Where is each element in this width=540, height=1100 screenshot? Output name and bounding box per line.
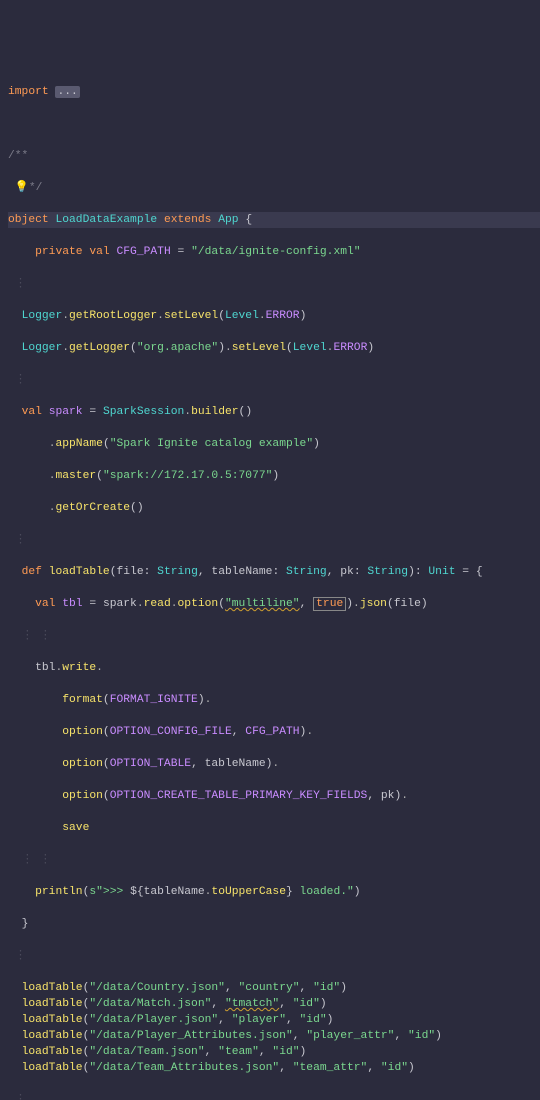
code-line: Logger.getRootLogger.setLevel(Level.ERRO… <box>8 308 540 324</box>
doc-comment-open: /** <box>8 148 540 164</box>
code-line: option(OPTION_CREATE_TABLE_PRIMARY_KEY_F… <box>8 788 540 804</box>
code-line: option(OPTION_CONFIG_FILE, CFG_PATH). <box>8 724 540 740</box>
blank-line: ⋮ <box>8 372 540 388</box>
warning-underline[interactable]: "multiline" <box>225 598 300 610</box>
code-line: .appName("Spark Ignite catalog example") <box>8 436 540 452</box>
code-line: Logger.getLogger("org.apache").setLevel(… <box>8 340 540 356</box>
code-line: println(s">>> ${tableName.toUpperCase} l… <box>8 884 540 900</box>
blank-line <box>8 116 540 132</box>
intention-bulb-icon[interactable]: 💡 <box>15 182 29 194</box>
selection-box: true <box>313 597 346 611</box>
code-line: .master("spark://172.17.0.5:7077") <box>8 468 540 484</box>
keyword-import: import <box>8 86 49 98</box>
object-declaration: object LoadDataExample extends App { <box>8 212 540 228</box>
code-line: tbl.write. <box>8 660 540 676</box>
code-line: .getOrCreate() <box>8 500 540 516</box>
code-line: save <box>8 820 540 836</box>
code-line: loadTable("/data/Player_Attributes.json"… <box>8 1028 540 1044</box>
code-line: format(FORMAT_IGNITE). <box>8 692 540 708</box>
blank-line: ⋮ <box>8 1092 540 1100</box>
call-block: loadTable("/data/Country.json", "country… <box>8 980 540 1076</box>
code-line: import ... <box>8 84 540 100</box>
fold-marker[interactable]: ... <box>55 86 79 98</box>
code-line: option(OPTION_TABLE, tableName). <box>8 756 540 772</box>
code-line: private val CFG_PATH = "/data/ignite-con… <box>8 244 540 260</box>
code-line: loadTable("/data/Country.json", "country… <box>8 980 540 996</box>
blank-line: ⋮ ⋮ <box>8 628 540 644</box>
blank-line: ⋮ <box>8 532 540 548</box>
blank-line: ⋮ <box>8 948 540 964</box>
code-line: loadTable("/data/Team.json", "team", "id… <box>8 1044 540 1060</box>
doc-comment-bulb: 💡*/ <box>8 180 540 196</box>
warning-underline[interactable]: "tmatch" <box>225 998 279 1010</box>
code-line: val spark = SparkSession.builder() <box>8 404 540 420</box>
code-line: loadTable("/data/Team_Attributes.json", … <box>8 1060 540 1076</box>
code-editor[interactable]: import ... /** 💡*/ object LoadDataExampl… <box>8 68 540 1100</box>
code-line: loadTable("/data/Player.json", "player",… <box>8 1012 540 1028</box>
blank-line: ⋮ <box>8 276 540 292</box>
blank-line: ⋮ ⋮ <box>8 852 540 868</box>
code-line: loadTable("/data/Match.json", "tmatch", … <box>8 996 540 1012</box>
method-declaration: def loadTable(file: String, tableName: S… <box>8 564 540 580</box>
code-line: val tbl = spark.read.option("multiline",… <box>8 596 540 612</box>
code-line: } <box>8 916 540 932</box>
